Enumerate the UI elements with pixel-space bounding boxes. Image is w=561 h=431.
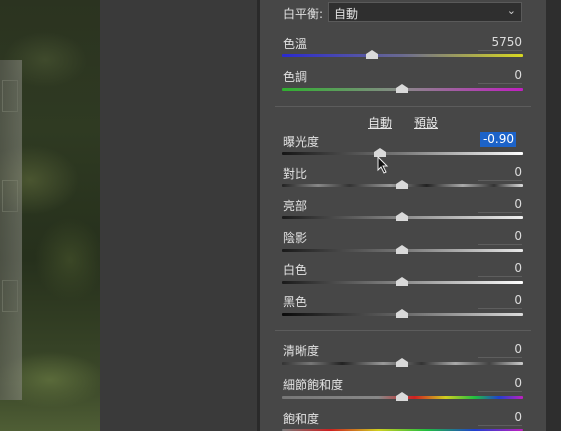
photo-preview (0, 0, 100, 431)
saturation-label: 飽和度 (283, 412, 320, 426)
chevron-down-icon: ⌄ (506, 4, 516, 17)
blacks-value[interactable]: 0 (478, 293, 522, 309)
exposure-value[interactable]: -0.90 (480, 132, 516, 147)
temperature-value[interactable]: 5750 (478, 35, 522, 51)
vibrance-label: 細節飽和度 (283, 378, 344, 392)
clarity-value[interactable]: 0 (478, 342, 522, 358)
white-balance-value: 自動 (334, 7, 359, 21)
exposure-label: 曝光度 (283, 135, 320, 149)
whites-value[interactable]: 0 (478, 261, 522, 277)
temperature-slider[interactable] (282, 54, 523, 57)
exposure-slider[interactable] (282, 152, 523, 155)
contrast-value[interactable]: 0 (478, 165, 522, 181)
highlights-value[interactable]: 0 (478, 197, 522, 213)
temperature-label: 色溫 (283, 37, 308, 51)
scrollbar[interactable] (546, 0, 561, 431)
highlights-label: 亮部 (283, 199, 308, 213)
mouse-cursor-icon (377, 156, 389, 174)
blacks-label: 黑色 (283, 295, 308, 309)
default-link[interactable]: 預設 (414, 114, 438, 131)
tint-value[interactable]: 0 (478, 68, 522, 84)
section-divider (275, 106, 531, 107)
clarity-label: 清晰度 (283, 344, 320, 358)
shadows-value[interactable]: 0 (478, 229, 522, 245)
white-balance-select[interactable]: 自動 ⌄ (328, 2, 522, 22)
shadows-label: 陰影 (283, 231, 308, 245)
whites-label: 白色 (283, 263, 308, 277)
section-divider (275, 330, 531, 331)
canvas-background (100, 0, 257, 431)
saturation-value[interactable]: 0 (478, 410, 522, 426)
contrast-label: 對比 (283, 167, 308, 181)
building-image-region (0, 60, 22, 400)
auto-link[interactable]: 自動 (368, 114, 392, 131)
tint-label: 色調 (283, 70, 308, 84)
white-balance-label: 白平衡: (283, 7, 324, 21)
vibrance-value[interactable]: 0 (478, 376, 522, 392)
